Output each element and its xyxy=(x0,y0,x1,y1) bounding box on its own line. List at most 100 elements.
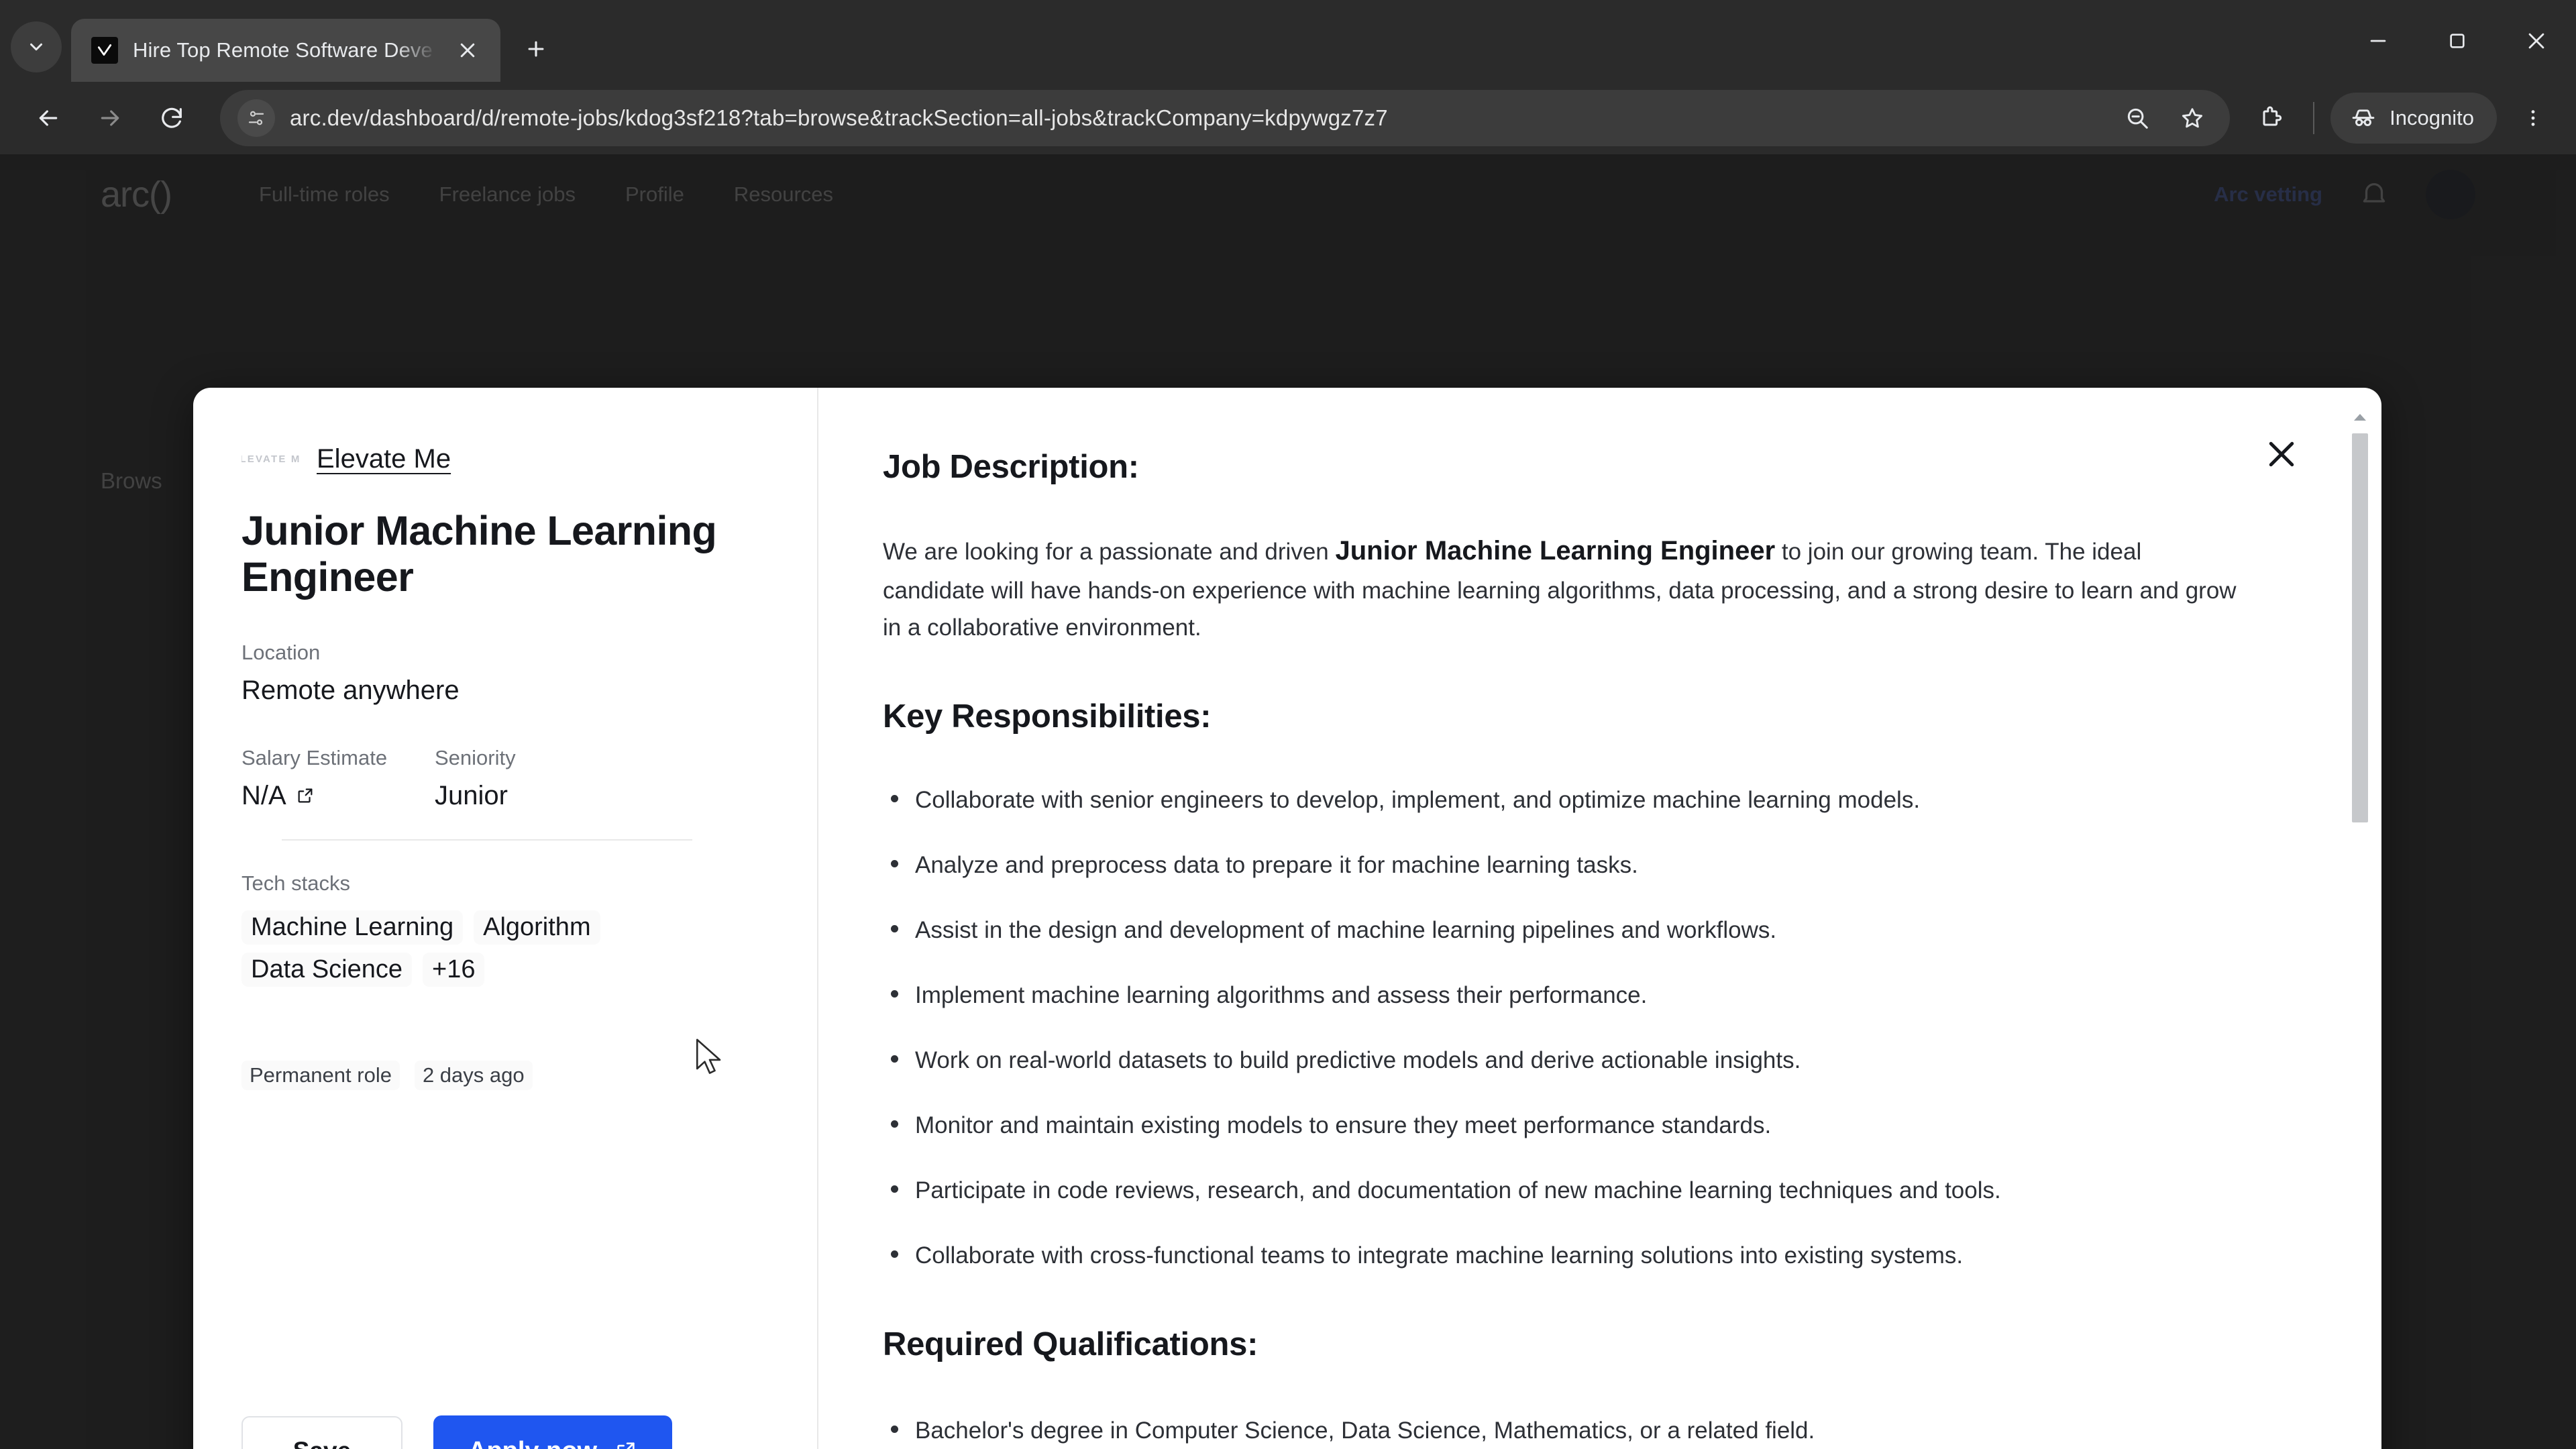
address-bar[interactable]: arc.dev/dashboard/d/remote-jobs/kdog3sf2… xyxy=(220,90,2231,146)
list-item: Analyze and preprocess data to prepare i… xyxy=(883,849,2261,881)
window-controls xyxy=(2339,0,2576,82)
job-description-paragraph: We are looking for a passionate and driv… xyxy=(883,530,2238,647)
puzzle-icon xyxy=(2263,106,2282,126)
key-responsibilities-heading: Key Responsibilities: xyxy=(883,698,1212,735)
paragraph-before: We are looking for a passionate and driv… xyxy=(883,539,1336,565)
incognito-indicator[interactable]: Incognito xyxy=(2330,93,2497,144)
list-item: Monitor and maintain existing models to … xyxy=(883,1109,2261,1142)
external-link-icon xyxy=(298,788,313,803)
modal-scrollbar[interactable] xyxy=(2347,405,2373,1449)
close-icon xyxy=(2269,441,2294,467)
salary-value: N/A xyxy=(241,780,286,810)
required-qualifications-heading: Required Qualifications: xyxy=(883,1326,1258,1362)
reload-icon xyxy=(162,107,182,128)
close-window-button[interactable] xyxy=(2497,0,2576,82)
list-item: Bachelor's degree in Computer Science, D… xyxy=(883,1414,2261,1447)
salary-seniority-row: Salary Estimate N/A Seniority Junior xyxy=(241,746,771,811)
tab-close-icon[interactable] xyxy=(452,35,483,66)
scroll-up-arrow[interactable] xyxy=(2347,405,2373,429)
tab-search-button[interactable] xyxy=(11,21,62,72)
omnibox-actions xyxy=(2114,95,2222,141)
save-button[interactable]: Save xyxy=(241,1416,402,1449)
arrow-right-icon xyxy=(101,110,119,126)
extensions-button[interactable] xyxy=(2245,92,2297,144)
job-title: Junior Machine Learning Engineer xyxy=(241,508,717,600)
modal-actions: Save Apply now xyxy=(241,1415,771,1449)
salary-label: Salary Estimate xyxy=(241,745,388,769)
browser-chrome: Hire Top Remote Software Deve arc.dev/da… xyxy=(0,0,2576,154)
posted-date-badge: 2 days ago xyxy=(414,1060,533,1090)
bookmark-star-icon[interactable] xyxy=(2169,95,2215,141)
company-row: ELEVATE ME Elevate Me xyxy=(241,444,771,474)
seniority-block: Seniority Junior xyxy=(435,746,771,811)
panel-divider xyxy=(282,839,692,841)
browser-toolbar: arc.dev/dashboard/d/remote-jobs/kdog3sf2… xyxy=(0,82,2576,154)
company-logo-text: ELEVATE ME xyxy=(241,453,299,465)
back-button[interactable] xyxy=(17,87,79,149)
job-detail-modal: ELEVATE ME Elevate Me Junior Machine Lea… xyxy=(193,388,2381,1449)
chevron-down-icon xyxy=(30,43,42,51)
responsibilities-list: Collaborate with senior engineers to dev… xyxy=(883,784,2261,1272)
chrome-menu-button[interactable] xyxy=(2508,93,2559,144)
external-link-icon xyxy=(617,1442,635,1449)
toolbar-right: Incognito xyxy=(2245,92,2559,144)
tech-pill-more-count[interactable]: +16 xyxy=(423,952,485,987)
maximize-button[interactable] xyxy=(2418,0,2497,82)
zoom-out-icon[interactable] xyxy=(2114,95,2160,141)
arrow-left-icon xyxy=(39,110,58,126)
kebab-menu-icon xyxy=(2531,110,2535,126)
salary-value-row[interactable]: N/A xyxy=(241,781,435,811)
scrollbar-thumb[interactable] xyxy=(2352,433,2368,822)
page-viewport: arc() Full-time roles Freelance jobs Pro… xyxy=(0,154,2576,1449)
qualifications-list: Bachelor's degree in Computer Science, D… xyxy=(883,1414,2261,1449)
forward-button[interactable] xyxy=(79,87,141,149)
company-name-link[interactable]: Elevate Me xyxy=(317,444,451,474)
tab-strip: Hire Top Remote Software Deve xyxy=(0,0,2576,82)
list-item: Work on real-world datasets to build pre… xyxy=(883,1044,2261,1077)
tech-stack-pills: Machine Learning Algorithm Data Science … xyxy=(241,910,751,987)
plus-icon xyxy=(528,41,544,57)
close-modal-button[interactable] xyxy=(2257,429,2306,479)
location-block: Location Remote anywhere xyxy=(241,641,771,706)
company-logo: ELEVATE ME xyxy=(241,445,299,474)
browser-tab[interactable]: Hire Top Remote Software Deve xyxy=(71,19,500,82)
job-description-panel: Job Description: We are looking for a pa… xyxy=(818,388,2381,1449)
job-description-heading: Job Description: xyxy=(883,449,1139,485)
maximize-icon xyxy=(2450,34,2465,48)
tab-title: Hire Top Remote Software Deve xyxy=(133,38,433,62)
paragraph-bold-title: Junior Machine Learning Engineer xyxy=(1335,536,1776,566)
seniority-label: Seniority xyxy=(435,745,516,769)
tech-pill-data-science[interactable]: Data Science xyxy=(241,952,413,987)
tech-stacks-label: Tech stacks xyxy=(241,871,350,895)
incognito-label: Incognito xyxy=(2390,106,2474,129)
toolbar-separator xyxy=(2313,102,2315,134)
new-tab-button[interactable] xyxy=(514,27,558,71)
apply-now-button[interactable]: Apply now xyxy=(433,1415,673,1449)
apply-now-label: Apply now xyxy=(468,1437,597,1449)
seniority-value: Junior xyxy=(435,780,508,810)
list-item: Implement machine learning algorithms an… xyxy=(883,979,2261,1012)
minimize-icon xyxy=(2370,40,2386,42)
list-item: Collaborate with senior engineers to dev… xyxy=(883,784,2261,816)
location-value: Remote anywhere xyxy=(241,675,460,705)
tech-pill-algorithm[interactable]: Algorithm xyxy=(474,910,600,945)
minimize-button[interactable] xyxy=(2339,0,2418,82)
site-settings-icon[interactable] xyxy=(237,99,275,137)
arc-favicon xyxy=(91,37,118,64)
location-label: Location xyxy=(241,640,321,664)
job-meta-row: Permanent role 2 days ago xyxy=(241,1060,771,1090)
job-summary-panel: ELEVATE ME Elevate Me Junior Machine Lea… xyxy=(193,388,818,1449)
list-item: Assist in the design and development of … xyxy=(883,914,2261,947)
salary-block: Salary Estimate N/A xyxy=(241,746,435,811)
list-item: Participate in code reviews, research, a… xyxy=(883,1174,2261,1207)
description-scroll-area: Job Description: We are looking for a pa… xyxy=(818,388,2381,1449)
incognito-icon xyxy=(2352,109,2375,126)
list-item: Collaborate with cross-functional teams … xyxy=(883,1239,2261,1272)
reload-button[interactable] xyxy=(141,87,203,149)
tech-stacks-block: Tech stacks Machine Learning Algorithm D… xyxy=(241,871,771,987)
close-icon xyxy=(2528,33,2544,49)
tech-pill-machine-learning[interactable]: Machine Learning xyxy=(241,910,464,945)
mouse-cursor xyxy=(696,1038,721,1074)
role-type-badge: Permanent role xyxy=(241,1060,400,1090)
url-text: arc.dev/dashboard/d/remote-jobs/kdog3sf2… xyxy=(290,105,1388,130)
